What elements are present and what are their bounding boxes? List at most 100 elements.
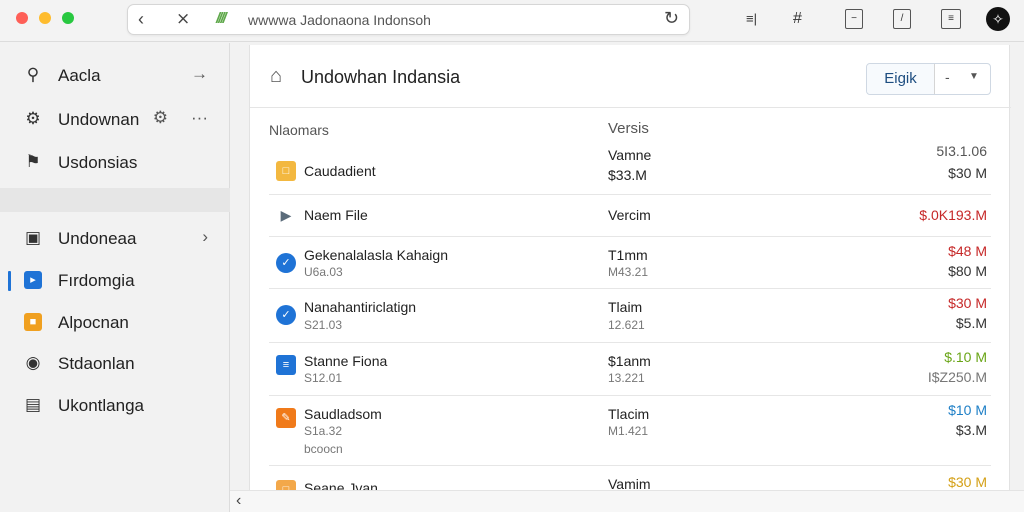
edit-icon: ✎ xyxy=(276,408,296,428)
tag-icon: ⚑ xyxy=(25,152,41,171)
table-row[interactable]: ✎ Saudladsom S1a.32 bcoocn Tlacim M1.421… xyxy=(269,396,991,466)
row-version-sub: 13.221 xyxy=(608,371,645,385)
list-icon: ▤ xyxy=(24,395,42,414)
row-value-primary: $30 M xyxy=(948,295,987,311)
sidebar-item-undoneaa[interactable]: ▣ Undoneaa › xyxy=(0,218,230,258)
bookmark-icon: ▣ xyxy=(24,228,42,247)
table-row[interactable]: ▶ Naem File Vercim $.0K193.M xyxy=(269,195,991,237)
sidebar-item-stdaonlan[interactable]: ◉ Stdaonlan xyxy=(0,343,230,383)
row-name: Gekenalalasla Kahaign xyxy=(304,247,448,263)
row-value-primary: $10 M xyxy=(948,402,987,418)
table-row[interactable]: □ Caudadient Vamne $33.M 5I3.1.06 $30 M xyxy=(269,143,991,195)
row-value-primary: $48 M xyxy=(948,243,987,259)
folder-icon: ■ xyxy=(24,313,42,331)
sidebar-item-aacla[interactable]: ⚲ Aacla → xyxy=(0,55,230,95)
sidebar-item-firdomgia[interactable]: ▸ Fırdomgia xyxy=(0,260,230,300)
table-row[interactable]: ✓ Gekenalalasla Kahaign U6a.03 T1mm M43.… xyxy=(269,237,991,289)
split-button: Eigik - ▼ xyxy=(866,63,991,95)
folder-icon: ▶ xyxy=(280,207,292,223)
profile-avatar-icon[interactable]: ✧ xyxy=(986,7,1010,31)
row-name: Naem File xyxy=(304,207,368,223)
row-value-primary: $.0K193.M xyxy=(919,207,987,223)
forward-icon[interactable]: ⨯ xyxy=(176,9,190,29)
address-bar[interactable]: ‹ ⨯ //// wwwwa Jadonaona Indonsoh ↻ xyxy=(127,4,690,35)
table-row[interactable]: ✓ Nanahantiriclatign S21.03 Tlaim 12.621… xyxy=(269,289,991,343)
sidebar: ⚲ Aacla → ⚙ Undownan ⚙ ··· ⚑ Usdonsias ▣… xyxy=(0,43,230,512)
row-value-secondary: $3.M xyxy=(955,422,987,438)
row-value-secondary: $5.M xyxy=(955,315,987,331)
active-indicator xyxy=(8,271,11,291)
row-version-sub: $33.M xyxy=(608,167,647,183)
maximize-window-button[interactable] xyxy=(62,12,74,24)
document-icon: ≡ xyxy=(276,355,296,375)
row-value-secondary: I$Z250.M xyxy=(927,369,987,385)
user-icon: ◉ xyxy=(25,353,41,372)
url-text[interactable]: wwwwa Jadonaona Indonsoh xyxy=(248,12,431,28)
row-version: $1anm xyxy=(608,353,651,369)
sidebar-item-label: Fırdomgia xyxy=(58,271,135,290)
row-value-primary: $30 M xyxy=(948,474,987,490)
search-icon: ⚲ xyxy=(26,65,40,84)
sidebar-item-usdonsias[interactable]: ⚑ Usdonsias xyxy=(0,142,230,182)
sidebar-toggle-icon[interactable]: ≡| xyxy=(746,9,757,29)
sidebar-item-label: Undownan xyxy=(58,110,140,129)
sidebar-item-ukontlanga[interactable]: ▤ Ukontlanga xyxy=(0,385,230,425)
sidebar-item-label: Usdonsias xyxy=(58,153,138,172)
panel-header: ⌂ Undowhan Indansia Eigik - ▼ xyxy=(250,45,1011,108)
site-logo-icon: //// xyxy=(216,10,227,27)
column-header-version[interactable]: Versis xyxy=(608,120,649,137)
chevron-left-icon[interactable]: ‹ xyxy=(236,492,241,510)
row-name: Saudladsom xyxy=(304,406,382,422)
row-value-secondary: $30 M xyxy=(948,165,987,181)
page-title: Undowhan Indansia xyxy=(301,67,461,87)
row-value-secondary: $80 M xyxy=(948,263,987,279)
sidebar-item-label: Alpocnan xyxy=(58,313,129,332)
chevron-right-icon[interactable]: › xyxy=(202,227,208,247)
row-version: Tlaim xyxy=(608,299,643,315)
row-name: Nanahantiriclatign xyxy=(304,299,417,315)
settings-icon[interactable]: ⚙ xyxy=(153,108,168,128)
row-version-sub: M43.21 xyxy=(608,265,649,279)
row-date-secondary: bcoocn xyxy=(304,442,343,456)
chevron-down-icon[interactable]: ▼ xyxy=(969,71,979,82)
reload-icon[interactable]: ↻ xyxy=(664,8,679,29)
more-icon[interactable]: ··· xyxy=(191,108,208,128)
sidebar-item-label: Stdaonlan xyxy=(58,354,135,373)
row-value-primary: 5I3.1.06 xyxy=(936,143,987,159)
check-icon: ✓ xyxy=(276,253,296,273)
back-arrow-icon[interactable]: ‹ xyxy=(138,9,144,30)
primary-action-button[interactable]: Eigik xyxy=(867,64,935,94)
horizontal-scrollbar[interactable]: ‹ xyxy=(230,490,1024,512)
document-icon[interactable]: / xyxy=(893,9,911,29)
row-version: Tlacim xyxy=(608,406,650,422)
folder-icon: □ xyxy=(276,161,296,181)
title-bar: ‹ ⨯ //// wwwwa Jadonaona Indonsoh ↻ ≡| #… xyxy=(0,0,1024,42)
row-value-primary: $.10 M xyxy=(944,349,987,365)
sidebar-divider xyxy=(0,188,230,212)
main-panel: ⌂ Undowhan Indansia Eigik - ▼ Nlaomars V… xyxy=(249,45,1011,512)
row-version-sub: M1.421 xyxy=(608,424,649,438)
row-date: S21.03 xyxy=(304,318,343,332)
sidebar-item-undownan[interactable]: ⚙ Undownan ⚙ ··· xyxy=(0,99,230,139)
minimize-window-button[interactable] xyxy=(39,12,51,24)
row-name: Caudadient xyxy=(304,163,376,179)
close-window-button[interactable] xyxy=(16,12,28,24)
home-icon[interactable]: ⌂ xyxy=(270,65,282,88)
row-date: S1a.32 xyxy=(304,424,343,438)
page-icon[interactable]: − xyxy=(845,9,863,29)
row-name: Stanne Fiona xyxy=(304,353,388,369)
arrow-right-icon[interactable]: → xyxy=(191,64,208,84)
sidebar-item-label: Aacla xyxy=(58,66,101,85)
chart-icon: ▸ xyxy=(24,271,42,289)
sidebar-item-alpocnan[interactable]: ■ Alpocnan xyxy=(0,302,230,342)
row-date: U6a.03 xyxy=(304,265,343,279)
row-date: S12.01 xyxy=(304,371,343,385)
column-header-name[interactable]: Nlaomars xyxy=(269,122,329,138)
minus-icon[interactable]: - xyxy=(945,69,950,85)
sidebar-item-label: Ukontlanga xyxy=(58,396,145,415)
reader-icon[interactable]: ≡ xyxy=(941,9,961,29)
grid-icon[interactable]: # xyxy=(793,9,802,29)
row-version: Vercim xyxy=(608,207,651,223)
table-row[interactable]: ≡ Stanne Fiona S12.01 $1anm 13.221 $.10 … xyxy=(269,343,991,396)
check-icon: ✓ xyxy=(276,305,296,325)
